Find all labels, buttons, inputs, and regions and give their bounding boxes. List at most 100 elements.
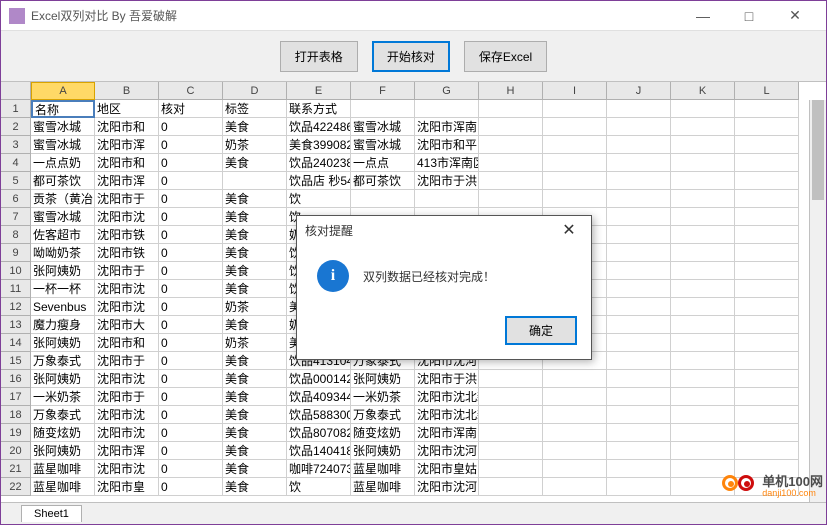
cell[interactable] (479, 478, 543, 496)
cell[interactable]: 美食 (223, 208, 287, 226)
cell[interactable] (543, 424, 607, 442)
cell[interactable] (735, 136, 799, 154)
cell[interactable]: 蜜雪冰城 (31, 118, 95, 136)
cell[interactable]: 咖啡72407366 (287, 460, 351, 478)
row-header[interactable]: 2 (1, 118, 31, 136)
cell[interactable] (671, 172, 735, 190)
cell[interactable] (543, 172, 607, 190)
cell[interactable] (671, 262, 735, 280)
cell[interactable] (735, 226, 799, 244)
select-all-corner[interactable] (1, 82, 31, 100)
cell[interactable]: 沈阳市浑南区 (415, 424, 479, 442)
row-header[interactable]: 14 (1, 334, 31, 352)
cell[interactable]: 沈阳市沈北新区 (415, 388, 479, 406)
cell[interactable]: 奶茶 (223, 136, 287, 154)
cell[interactable]: 沈阳市沈 (95, 208, 159, 226)
cell[interactable]: 张阿姨奶 (31, 262, 95, 280)
cell[interactable]: 美食 (223, 406, 287, 424)
cell[interactable]: 沈阳市和平区 (415, 136, 479, 154)
cell[interactable]: 奶茶 (223, 334, 287, 352)
cell[interactable] (607, 316, 671, 334)
cell[interactable]: 饮品58830002 (287, 406, 351, 424)
cell[interactable] (607, 244, 671, 262)
cell[interactable]: 美食 (223, 424, 287, 442)
cell[interactable]: 一米奶茶 (351, 388, 415, 406)
cell[interactable]: 沈阳市沈北新区 (415, 406, 479, 424)
cell[interactable]: 美食 (223, 352, 287, 370)
cell[interactable] (607, 478, 671, 496)
row-header[interactable]: 11 (1, 280, 31, 298)
cell[interactable] (479, 190, 543, 208)
cell[interactable]: 蜜雪冰城 (31, 136, 95, 154)
cell[interactable]: Sevenbus (31, 298, 95, 316)
column-header[interactable]: A (31, 82, 95, 100)
cell[interactable]: 万象泰式 (351, 406, 415, 424)
row-header[interactable]: 4 (1, 154, 31, 172)
row-header[interactable]: 15 (1, 352, 31, 370)
cell[interactable] (671, 118, 735, 136)
cell[interactable] (607, 370, 671, 388)
cell[interactable]: 沈阳市沈 (95, 280, 159, 298)
column-header[interactable]: H (479, 82, 543, 100)
cell[interactable]: 张阿姨奶 (351, 442, 415, 460)
cell[interactable] (543, 154, 607, 172)
column-header[interactable]: I (543, 82, 607, 100)
cell[interactable]: 美食39908226 (287, 136, 351, 154)
cell[interactable]: 0 (159, 244, 223, 262)
cell[interactable]: 饮 (287, 190, 351, 208)
cell[interactable]: 沈阳市沈河区 (415, 442, 479, 460)
scrollbar-thumb[interactable] (812, 100, 824, 200)
cell[interactable] (671, 406, 735, 424)
cell[interactable] (543, 478, 607, 496)
cell[interactable]: 0 (159, 442, 223, 460)
cell[interactable] (479, 154, 543, 172)
cell[interactable] (415, 190, 479, 208)
cell[interactable] (607, 154, 671, 172)
cell[interactable]: 蓝星咖啡 (351, 478, 415, 496)
cell[interactable]: 0 (159, 172, 223, 190)
cell[interactable]: 饮品14041818 (287, 442, 351, 460)
cell[interactable] (671, 226, 735, 244)
cell[interactable]: 沈阳市于洪区 (415, 370, 479, 388)
cell[interactable]: 蓝星咖啡 (31, 478, 95, 496)
cell[interactable]: 美食 (223, 118, 287, 136)
cell[interactable]: 万象泰式 (31, 352, 95, 370)
cell[interactable]: 0 (159, 460, 223, 478)
cell[interactable] (735, 100, 799, 118)
cell[interactable] (607, 136, 671, 154)
cell[interactable] (607, 334, 671, 352)
cell[interactable] (735, 118, 799, 136)
row-header[interactable]: 19 (1, 424, 31, 442)
cell[interactable]: 佐客超市 (31, 226, 95, 244)
sheet-tab[interactable]: Sheet1 (21, 505, 82, 522)
cell[interactable]: 沈阳市铁 (95, 226, 159, 244)
cell[interactable]: 沈阳市浑南区 (415, 118, 479, 136)
cell[interactable] (735, 172, 799, 190)
cell[interactable] (735, 388, 799, 406)
cell[interactable] (351, 100, 415, 118)
cell[interactable]: 沈阳市大 (95, 316, 159, 334)
cell[interactable] (607, 298, 671, 316)
cell[interactable]: 沈阳市于洪区 (415, 172, 479, 190)
cell[interactable] (543, 100, 607, 118)
cell[interactable] (479, 388, 543, 406)
cell[interactable]: 随变炫奶 (351, 424, 415, 442)
cell[interactable]: 美食 (223, 244, 287, 262)
cell[interactable]: 蜜雪冰城 (31, 208, 95, 226)
cell[interactable] (479, 172, 543, 190)
cell[interactable]: 地区 (95, 100, 159, 118)
cell[interactable] (735, 154, 799, 172)
cell[interactable]: 核对 (159, 100, 223, 118)
cell[interactable] (735, 208, 799, 226)
column-header[interactable]: C (159, 82, 223, 100)
cell[interactable] (351, 190, 415, 208)
cell[interactable]: 0 (159, 478, 223, 496)
cell[interactable]: 0 (159, 208, 223, 226)
row-header[interactable]: 16 (1, 370, 31, 388)
cell[interactable]: 张阿姨奶 (31, 334, 95, 352)
cell[interactable]: 联系方式 (287, 100, 351, 118)
cell[interactable] (607, 352, 671, 370)
cell[interactable]: 沈阳市皇 (95, 478, 159, 496)
cell[interactable]: 饮品24023831 (287, 154, 351, 172)
save-excel-button[interactable]: 保存Excel (464, 41, 547, 72)
